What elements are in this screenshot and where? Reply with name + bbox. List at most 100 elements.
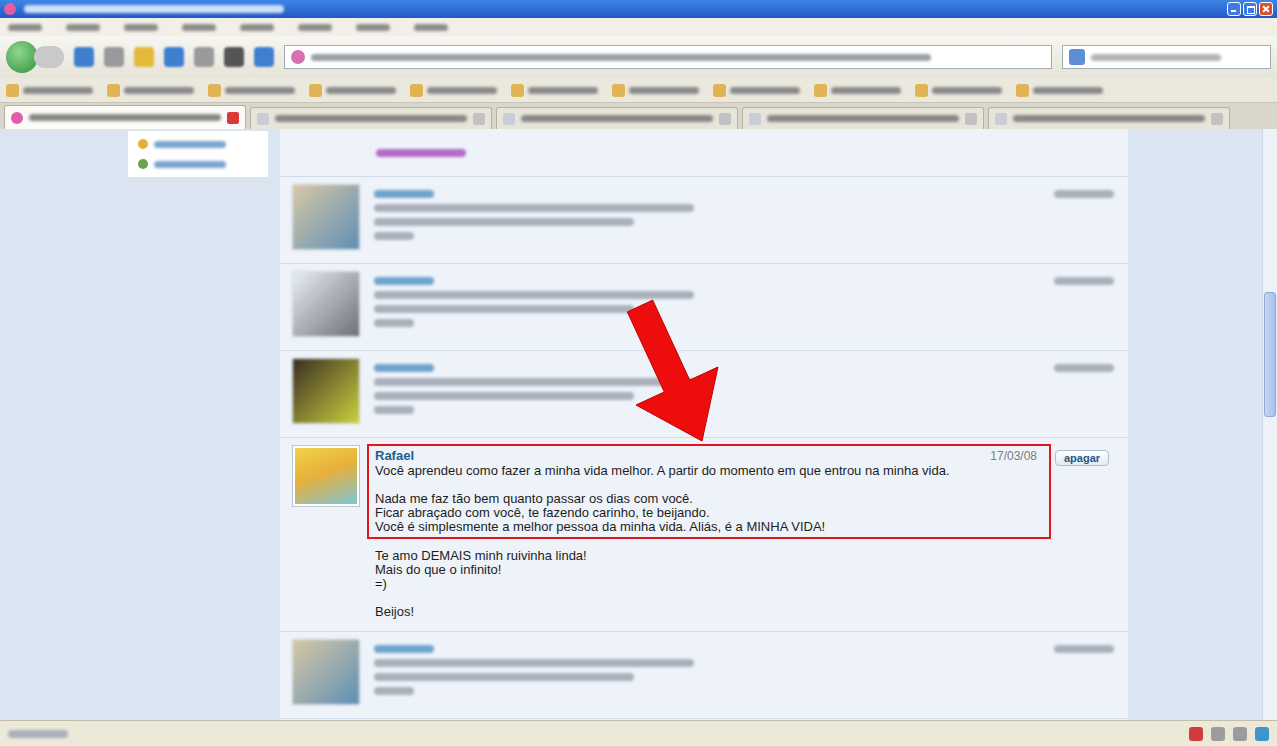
testimonial-paragraph: Nada me faz tão bem quanto passar os dia… <box>375 492 965 534</box>
avatar-photo[interactable] <box>292 184 360 250</box>
browser-tab[interactable] <box>496 107 738 129</box>
bookmark-item[interactable] <box>814 84 901 97</box>
bookmark-label <box>831 87 901 94</box>
bookmark-item[interactable] <box>511 84 598 97</box>
tab-label <box>29 114 221 121</box>
testimonial-body <box>374 271 1040 343</box>
menu-item[interactable] <box>124 24 158 31</box>
browser-tab[interactable] <box>742 107 984 129</box>
testimonial-paragraph: Beijos! <box>375 605 965 619</box>
title-bar <box>0 0 1277 18</box>
bookmark-item[interactable] <box>410 84 497 97</box>
close-tab-icon[interactable] <box>227 112 239 124</box>
minimize-icon[interactable] <box>1227 2 1241 16</box>
bookmark-item[interactable] <box>1016 84 1103 97</box>
navigation-toolbar <box>0 36 1277 78</box>
sidebar-item-label <box>154 161 226 168</box>
scrollbar[interactable] <box>1262 129 1277 720</box>
testimonial-row <box>280 632 1128 719</box>
testimonial-text <box>374 392 634 400</box>
avatar-photo[interactable] <box>292 639 360 705</box>
browser-tab[interactable] <box>988 107 1230 129</box>
page-icon <box>995 113 1007 125</box>
address-bar[interactable] <box>284 45 1052 69</box>
author-name[interactable] <box>374 277 434 285</box>
bookmark-item[interactable] <box>208 84 295 97</box>
testimonial-text <box>374 687 414 695</box>
testimonial-date <box>1054 364 1114 372</box>
right-margin <box>1128 129 1262 720</box>
menu-item[interactable] <box>298 24 332 31</box>
bookmark-item[interactable] <box>6 84 93 97</box>
menu-item[interactable] <box>240 24 274 31</box>
author-name[interactable] <box>374 364 434 372</box>
sidebar-item[interactable] <box>138 139 258 149</box>
testimonial-rest: Te amo DEMAIS minh ruivinha linda!Mais d… <box>367 539 1051 619</box>
author-name[interactable] <box>374 645 434 653</box>
close-tab-icon[interactable] <box>473 113 485 125</box>
avatar-picture <box>295 448 357 504</box>
browser-tab[interactable] <box>4 105 246 129</box>
close-tab-icon[interactable] <box>719 113 731 125</box>
bookmark-icon <box>208 84 221 97</box>
close-tab-icon[interactable] <box>965 113 977 125</box>
status-icon[interactable] <box>1233 727 1247 741</box>
status-text <box>8 730 68 738</box>
author-name[interactable] <box>374 190 434 198</box>
testimonial-paragraph: Te amo DEMAIS minh ruivinha linda!Mais d… <box>375 549 965 591</box>
toolbar-icon[interactable] <box>254 47 274 67</box>
page-icon <box>11 112 23 124</box>
testimonial-line: Nada me faz tão bem quanto passar os dia… <box>375 492 965 506</box>
testimonial-text <box>374 673 634 681</box>
menu-item[interactable] <box>414 24 448 31</box>
maximize-icon[interactable] <box>1243 2 1257 16</box>
menu-item[interactable] <box>356 24 390 31</box>
forward-arrow-icon[interactable] <box>34 46 64 68</box>
menu-item[interactable] <box>66 24 100 31</box>
reload-icon[interactable] <box>74 47 94 67</box>
bookmark-icon <box>814 84 827 97</box>
close-tab-icon[interactable] <box>1211 113 1223 125</box>
bookmark-icon <box>309 84 322 97</box>
toolbar-icon[interactable] <box>194 47 214 67</box>
delete-button[interactable]: apagar <box>1055 450 1109 466</box>
bookmark-label <box>427 87 497 94</box>
bookmark-icon <box>713 84 726 97</box>
bookmark-label <box>225 87 295 94</box>
search-box[interactable] <box>1062 45 1271 69</box>
testimonial-row <box>280 129 1128 177</box>
testimonial-paragraph: Você aprendeu como fazer a minha vida me… <box>375 464 965 478</box>
sidebar-item[interactable] <box>138 159 258 169</box>
testimonial-body: Rafael17/03/08Você aprendeu como fazer a… <box>367 444 1051 619</box>
avatar-photo[interactable] <box>292 445 360 507</box>
avatar-photo[interactable] <box>292 358 360 424</box>
page-content: Rafael17/03/08Você aprendeu como fazer a… <box>0 129 1277 720</box>
testimonial-text <box>374 218 634 226</box>
bookmark-icon <box>107 84 120 97</box>
status-icon[interactable] <box>1211 727 1225 741</box>
toolbar-icon[interactable] <box>164 47 184 67</box>
bookmark-item[interactable] <box>915 84 1002 97</box>
menu-item[interactable] <box>182 24 216 31</box>
avatar-photo[interactable] <box>292 271 360 337</box>
sidebar-item-icon <box>138 159 148 169</box>
stop-icon[interactable] <box>104 47 124 67</box>
page-icon <box>257 113 269 125</box>
toolbar-icon[interactable] <box>224 47 244 67</box>
status-icon[interactable] <box>1189 727 1203 741</box>
author-name[interactable]: Rafael <box>375 449 414 463</box>
bookmark-item[interactable] <box>309 84 396 97</box>
sidebar-box <box>128 131 268 177</box>
bookmark-item[interactable] <box>107 84 194 97</box>
bookmark-label <box>730 87 800 94</box>
bookmark-item[interactable] <box>612 84 699 97</box>
search-engine-icon[interactable] <box>1069 49 1085 65</box>
scrollbar-thumb[interactable] <box>1264 292 1276 417</box>
browser-tab[interactable] <box>250 107 492 129</box>
window-controls <box>1227 2 1273 16</box>
bookmark-item[interactable] <box>713 84 800 97</box>
home-icon[interactable] <box>134 47 154 67</box>
menu-item[interactable] <box>8 24 42 31</box>
status-icon[interactable] <box>1255 727 1269 741</box>
close-icon[interactable] <box>1259 2 1273 16</box>
